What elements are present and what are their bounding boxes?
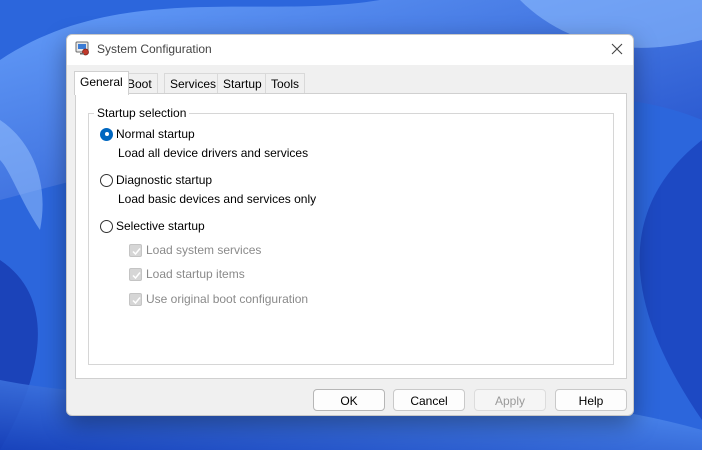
use-original-boot-config-checkbox bbox=[129, 292, 142, 306]
checkmark-icon bbox=[132, 271, 141, 279]
msconfig-icon bbox=[75, 41, 89, 56]
normal-startup-description: Load all device drivers and services bbox=[118, 146, 309, 160]
load-system-services-option: Load system services bbox=[129, 242, 261, 258]
use-original-boot-config-label: Use original boot configuration bbox=[146, 292, 309, 306]
close-icon bbox=[611, 43, 623, 55]
close-button[interactable] bbox=[601, 35, 633, 63]
selective-startup-radio[interactable] bbox=[100, 219, 113, 233]
apply-button[interactable]: Apply bbox=[474, 389, 546, 411]
load-startup-items-option: Load startup items bbox=[129, 266, 245, 282]
tab-general[interactable]: General bbox=[74, 71, 129, 95]
tab-services[interactable]: Services bbox=[164, 73, 223, 94]
general-tab-panel: Startup selection Normal startup Load al… bbox=[75, 93, 627, 379]
tab-tools[interactable]: Tools bbox=[265, 73, 306, 94]
startup-selection-label: Startup selection bbox=[94, 106, 190, 120]
cancel-button[interactable]: Cancel bbox=[393, 389, 465, 411]
load-startup-items-checkbox bbox=[129, 267, 142, 281]
ok-button[interactable]: OK bbox=[313, 389, 385, 411]
help-button[interactable]: Help bbox=[555, 389, 627, 411]
load-system-services-checkbox bbox=[129, 243, 142, 257]
load-system-services-label: Load system services bbox=[146, 243, 262, 257]
diagnostic-startup-label: Diagnostic startup bbox=[116, 173, 213, 187]
use-original-boot-config-option: Use original boot configuration bbox=[129, 291, 308, 307]
normal-startup-option[interactable]: Normal startup bbox=[100, 126, 195, 142]
diagnostic-startup-radio[interactable] bbox=[100, 173, 113, 187]
selective-startup-option[interactable]: Selective startup bbox=[100, 218, 205, 234]
diagnostic-startup-description: Load basic devices and services only bbox=[118, 192, 317, 206]
normal-startup-label: Normal startup bbox=[116, 127, 195, 141]
tab-startup[interactable]: Startup bbox=[217, 73, 268, 94]
diagnostic-startup-option[interactable]: Diagnostic startup bbox=[100, 172, 212, 188]
selective-startup-label: Selective startup bbox=[116, 219, 205, 233]
normal-startup-radio[interactable] bbox=[100, 127, 113, 141]
system-configuration-window: System Configuration General Boot Servic… bbox=[66, 34, 634, 416]
window-title: System Configuration bbox=[97, 42, 212, 56]
checkmark-icon bbox=[132, 247, 141, 255]
checkmark-icon bbox=[132, 296, 141, 304]
title-bar[interactable]: System Configuration bbox=[67, 35, 633, 65]
load-startup-items-label: Load startup items bbox=[146, 267, 245, 281]
